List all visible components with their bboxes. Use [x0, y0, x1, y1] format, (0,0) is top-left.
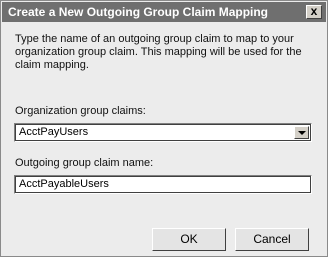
outgoing-claim-label: Outgoing group claim name:	[15, 157, 154, 169]
ok-button[interactable]: OK	[152, 228, 226, 251]
chevron-down-icon[interactable]	[294, 126, 309, 139]
org-claims-select[interactable]: AcctPayUsers	[14, 123, 312, 142]
outgoing-claim-input[interactable]: AcctPayableUsers	[14, 175, 312, 194]
dialog-title: Create a New Outgoing Group Claim Mappin…	[8, 5, 269, 19]
dialog-window: Create a New Outgoing Group Claim Mappin…	[0, 0, 328, 257]
org-claims-label: Organization group claims:	[15, 105, 146, 117]
title-bar[interactable]: Create a New Outgoing Group Claim Mappin…	[2, 2, 326, 22]
description-text: Type the name of an outgoing group claim…	[15, 33, 302, 71]
close-button[interactable]: x	[306, 5, 322, 19]
cancel-button[interactable]: Cancel	[235, 228, 309, 251]
close-icon: x	[310, 4, 318, 18]
outgoing-claim-value: AcctPayableUsers	[19, 178, 109, 190]
org-claims-selected-value: AcctPayUsers	[19, 126, 89, 138]
